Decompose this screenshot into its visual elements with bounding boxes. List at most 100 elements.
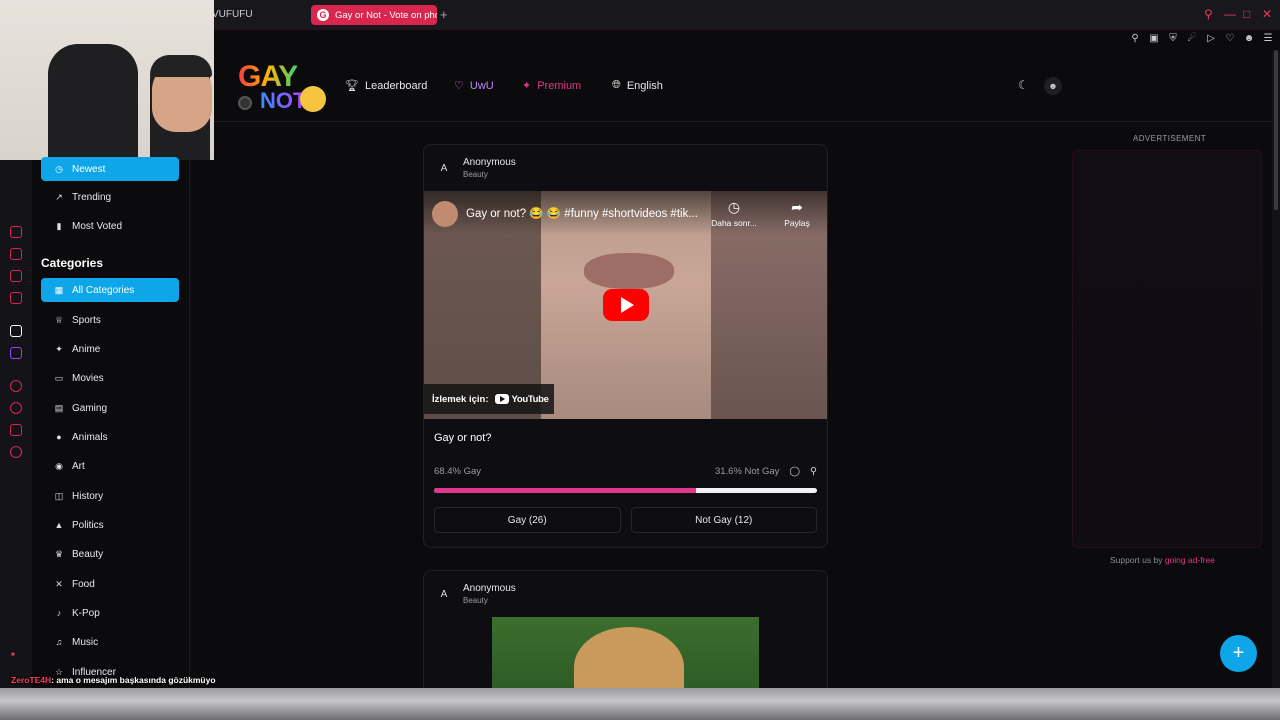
user-account-icon[interactable]: ☻ (1044, 77, 1062, 95)
categories-heading: Categories (41, 256, 104, 270)
profile-icon[interactable]: ☻ (1243, 33, 1255, 45)
scrollbar-thumb[interactable] (1274, 50, 1278, 210)
post-category[interactable]: Beauty (463, 596, 516, 605)
history-icon[interactable] (10, 402, 22, 414)
stream-chat-message: ZeroTE4H: ama o mesajım başkasında gözük… (11, 675, 216, 685)
site-logo[interactable]: GAY NOT (238, 60, 330, 114)
nav-leaderboard[interactable]: 🏆︎ Leaderboard (345, 79, 427, 93)
sidebar-item-history[interactable]: ◫ History (41, 484, 179, 508)
book-icon: ◫ (54, 490, 64, 501)
page-scrollbar[interactable] (1272, 50, 1280, 688)
channel-avatar[interactable] (432, 201, 458, 227)
sidebar-item-most-voted[interactable]: ▮ Most Voted (41, 214, 179, 238)
mail-icon[interactable] (10, 292, 22, 304)
sidebar-item-movies[interactable]: ▭ Movies (41, 366, 179, 390)
settings-icon[interactable] (10, 446, 22, 458)
stream-bottom-overlay (0, 688, 1280, 720)
bag-icon[interactable] (10, 248, 22, 260)
photo-subject (574, 627, 684, 697)
ad-label: ADVERTISEMENT (1133, 134, 1207, 143)
nav-language[interactable]: 🌐︎ English (612, 79, 663, 92)
thinking-emoji-icon (300, 86, 326, 112)
translate-icon[interactable]: ☄ (1186, 33, 1198, 45)
chat-text: : ama o mesajım başkasında gözükmüyo (51, 675, 216, 685)
music-note-icon: ♪ (56, 608, 62, 618)
extensions-icon[interactable] (10, 424, 22, 436)
ad-slot[interactable] (1072, 150, 1262, 548)
post-question: Gay or not? (434, 432, 492, 444)
trending-icon: ↗ (55, 191, 63, 202)
close-icon[interactable]: ✕ (1262, 7, 1272, 21)
support-text: Support us by going ad-free (1110, 555, 1215, 565)
twitch-icon[interactable] (10, 347, 22, 359)
support-prefix: Support us by (1110, 555, 1163, 565)
sidebar-item-animals[interactable]: ● Animals (41, 425, 179, 449)
sidebar-item-art[interactable]: ◉ Art (41, 454, 179, 478)
sidebar-item-label: Animals (72, 431, 108, 443)
vote-not-gay-button[interactable]: Not Gay (12) (630, 507, 817, 533)
screenshot-icon[interactable]: ▣ (1148, 33, 1160, 45)
tab-previous[interactable]: VUFUFU (212, 9, 253, 20)
clock-icon: ◷ (55, 163, 63, 174)
sidebar-item-label: All Categories (72, 284, 135, 296)
player-icon[interactable] (10, 380, 22, 392)
share-icon[interactable]: ⚲ (810, 466, 817, 477)
youtube-label: YouTube (511, 393, 549, 405)
sidebar-item-politics[interactable]: ▲ Politics (41, 513, 179, 537)
browser-side-strip (0, 160, 32, 688)
trophy-icon: 🏆︎ (345, 80, 359, 92)
nav-premium[interactable]: ✦ Premium (522, 79, 581, 93)
sidebar-item-sports[interactable]: ♕ Sports (41, 308, 179, 332)
minimize-icon[interactable]: — (1224, 7, 1236, 21)
heart-icon[interactable]: ♡ (1224, 33, 1236, 45)
crown-icon: ♛ (54, 548, 64, 559)
play-icon[interactable]: ▷ (1205, 33, 1217, 45)
watch-on-youtube[interactable]: İzlemek için: YouTube (424, 384, 554, 414)
sidebar-item-label: Beauty (72, 548, 104, 560)
post-category[interactable]: Beauty (463, 170, 516, 179)
post-photo[interactable] (492, 617, 759, 697)
sidebar-item-all-categories[interactable]: ▦ All Categories (41, 278, 179, 302)
sidebar-item-beauty[interactable]: ♛ Beauty (41, 542, 179, 566)
sidebar-item-trending[interactable]: ↗ Trending (41, 185, 179, 209)
maximize-icon[interactable]: □ (1243, 7, 1250, 21)
video-title[interactable]: Gay or not? 😂 😂 #funny #shortvideos #tik… (466, 206, 698, 220)
avatar[interactable]: A (434, 584, 454, 604)
share-arrow-icon: ➦ (791, 199, 803, 215)
music-icon: ♫ (55, 637, 63, 647)
avatar[interactable]: A (434, 158, 454, 178)
sidebar-item-newest[interactable]: ◷ Newest (41, 157, 179, 181)
speed-dial-icon[interactable] (10, 226, 22, 238)
utensils-icon: ✕ (55, 578, 63, 589)
post-author[interactable]: Anonymous (463, 157, 516, 168)
post-author[interactable]: Anonymous (463, 583, 516, 594)
nav-language-label: English (626, 79, 663, 92)
messenger-icon[interactable] (10, 270, 22, 282)
sidebar-item-label: Gaming (72, 402, 108, 414)
search-icon[interactable]: ⚲ (1204, 7, 1213, 21)
sidebar-item-food[interactable]: ✕ Food (41, 572, 179, 596)
watch-later-button[interactable]: ◷ Daha sonr... (704, 199, 764, 228)
watch-on-label: İzlemek için: (432, 393, 489, 405)
share-button[interactable]: ➦ Paylaş (767, 199, 827, 228)
app-icon[interactable] (10, 325, 22, 337)
vote-gay-button[interactable]: Gay (26) (434, 507, 621, 533)
sidebar-item-kpop[interactable]: ♪ K-Pop (41, 601, 179, 625)
shield-icon[interactable]: ⛨ (1167, 33, 1179, 45)
create-post-button[interactable]: + (1220, 635, 1257, 672)
sidebar-item-music[interactable]: ♫ Music (41, 630, 179, 654)
sidebar-item-gaming[interactable]: ▤ Gaming (41, 396, 179, 420)
nav-uwu[interactable]: ♡ UwU (454, 79, 494, 93)
dark-mode-icon[interactable]: ☾ (1018, 78, 1029, 92)
sparkle-icon: ✦ (55, 343, 63, 354)
go-ad-free-link[interactable]: going ad-free (1165, 555, 1215, 565)
tab-active[interactable]: G Gay or Not - Vote on phot (311, 5, 437, 25)
new-tab-icon[interactable]: + (440, 7, 448, 22)
play-button[interactable] (603, 289, 649, 321)
stream-badge-icon: ■ (11, 652, 15, 658)
sidebar-item-anime[interactable]: ✦ Anime (41, 337, 179, 361)
menu-icon[interactable]: ☰ (1262, 33, 1274, 45)
comment-icon[interactable]: ◯ (789, 466, 800, 477)
pin-icon[interactable]: ⚲ (1129, 33, 1141, 45)
video-embed[interactable]: Gay or not? 😂 😂 #funny #shortvideos #tik… (424, 191, 827, 419)
